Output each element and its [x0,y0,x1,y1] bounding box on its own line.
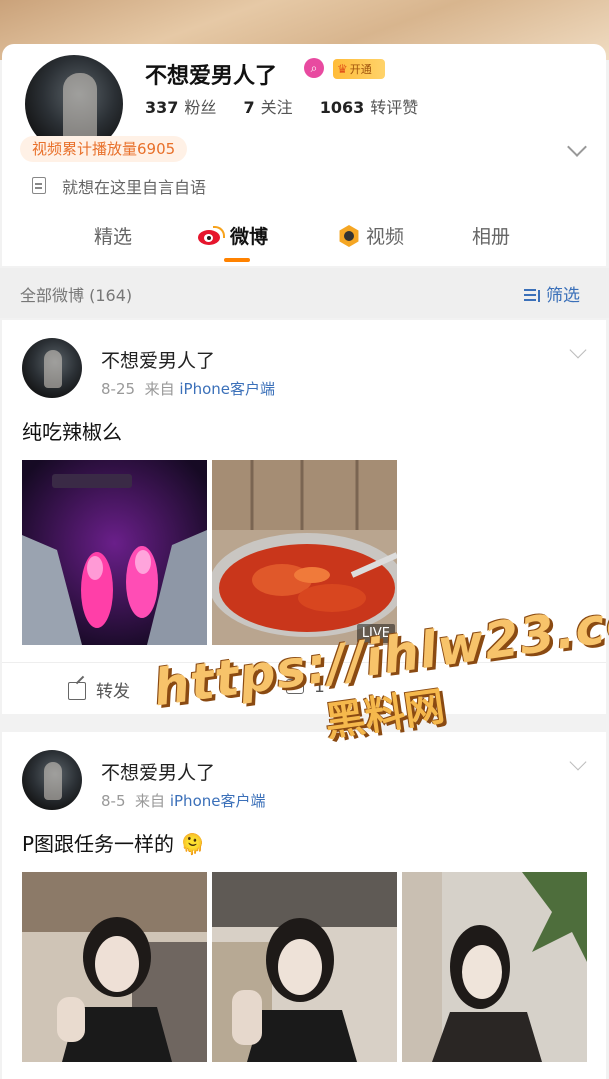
vip-badge[interactable]: ♛ 开通 [333,59,385,79]
post-count: 全部微博 (164) [20,286,133,305]
post-meta: 8-5 来自 iPhone客户端 [101,792,266,810]
vip-label: 开通 [349,63,372,76]
profile-name: 不想爱男人了 [145,64,278,89]
tab-featured[interactable]: 精选 [94,222,132,249]
tab-album[interactable]: 相册 [472,222,510,249]
tab-weibo[interactable]: 微博 [198,222,268,249]
post-image[interactable]: LIVE [212,460,397,645]
filter-bar: 全部微博 (164) 筛选 [0,268,609,318]
video-plays-badge[interactable]: 视频累计播放量6905 [20,136,188,162]
post-text: P图跟任务一样的 🫠 [22,832,206,856]
profile-stats: 337 粉丝 7 关注 1063 转评赞 [145,94,440,118]
stat-following[interactable]: 7 关注 [244,98,293,117]
tab-video[interactable]: 视频 [338,222,404,249]
post-avatar[interactable] [22,750,82,810]
verified-icon[interactable]: ⌕ [304,58,324,78]
post-text: 纯吃辣椒么 [22,420,122,444]
post-card[interactable]: 不想爱男人了 8-5 来自 iPhone客户端 P图跟任务一样的 🫠 [2,732,606,1079]
post-menu-chevron-icon[interactable] [569,341,587,359]
shoes-photo [22,460,207,645]
filter-icon [524,288,542,302]
post-menu-chevron-icon[interactable] [569,753,587,771]
profile-bio: 就想在这里自言自语 [62,178,207,197]
post-image[interactable] [212,872,397,1062]
stat-likes[interactable]: 1063 转评赞 [320,98,419,117]
selfie-photo [22,872,207,1062]
weibo-logo-icon [198,226,225,246]
profile-tabs: 精选 微博 视频 相册 [2,222,606,266]
share-icon [68,682,86,700]
stat-followers[interactable]: 337 粉丝 [145,98,216,117]
post-source-link[interactable]: iPhone客户端 [170,792,266,810]
post-author[interactable]: 不想爱男人了 [101,346,215,373]
post-avatar[interactable] [22,338,82,398]
repost-button[interactable]: 转发 [68,677,130,702]
crown-icon: ♛ [337,62,348,76]
active-tab-indicator [224,258,250,262]
post-image[interactable] [22,872,207,1062]
post-source-link[interactable]: iPhone客户端 [179,380,275,398]
selfie-photo [212,872,397,1062]
post-meta: 8-25 来自 iPhone客户端 [101,380,276,398]
video-icon [339,225,359,247]
food-photo [212,460,397,645]
selfie-photo [402,872,587,1062]
post-image[interactable] [402,872,587,1062]
post-image[interactable] [22,460,207,645]
filter-button[interactable]: 筛选 [524,281,580,306]
